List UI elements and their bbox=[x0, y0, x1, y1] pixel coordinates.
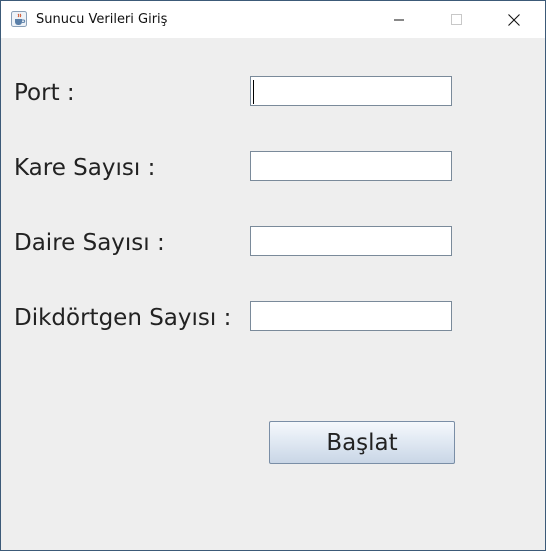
close-icon bbox=[508, 14, 520, 26]
kare-sayisi-label: Kare Sayısı : bbox=[14, 155, 156, 181]
daire-sayisi-input[interactable] bbox=[250, 226, 452, 256]
port-label: Port : bbox=[14, 80, 75, 106]
dikdortgen-sayisi-input[interactable] bbox=[250, 301, 452, 331]
maximize-icon bbox=[451, 14, 462, 25]
kare-sayisi-input[interactable] bbox=[250, 151, 452, 181]
app-window: Sunucu Verileri Giriş Port : Kare Sayısı… bbox=[0, 0, 546, 551]
start-button[interactable]: Başlat bbox=[269, 421, 455, 464]
window-title: Sunucu Verileri Giriş bbox=[36, 12, 168, 27]
dikdortgen-sayisi-label: Dikdörtgen Sayısı : bbox=[14, 305, 232, 331]
text-caret bbox=[253, 80, 254, 104]
daire-sayisi-label: Daire Sayısı : bbox=[14, 230, 165, 256]
java-cup-icon bbox=[11, 11, 27, 27]
close-button[interactable] bbox=[491, 1, 537, 38]
port-input[interactable] bbox=[250, 76, 452, 106]
minimize-icon bbox=[394, 19, 404, 21]
title-bar[interactable]: Sunucu Verileri Giriş bbox=[1, 1, 545, 38]
maximize-button[interactable] bbox=[433, 1, 479, 38]
minimize-button[interactable] bbox=[376, 1, 422, 38]
